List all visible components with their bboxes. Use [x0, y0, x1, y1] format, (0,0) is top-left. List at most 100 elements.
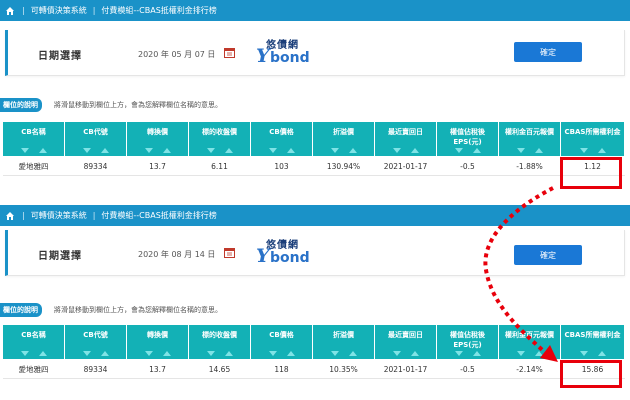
- column-header[interactable]: 權值佔稅後EPS(元): [436, 121, 499, 157]
- column-header[interactable]: 折溢價: [312, 121, 375, 157]
- sort-up-icon[interactable]: [38, 147, 47, 153]
- sort-up-icon[interactable]: [410, 350, 419, 356]
- column-header[interactable]: CB代號: [64, 324, 127, 360]
- column-header[interactable]: 權利金百元報價: [498, 324, 561, 360]
- breadcrumb-item[interactable]: 付費模組--CBAS抵權利金排行榜: [101, 5, 216, 16]
- sort-down-icon[interactable]: [392, 350, 401, 356]
- screenshot-panel-1: | 可轉債決策系統 | 付費模組--CBAS抵權利金排行榜 日期選擇 2020 …: [0, 0, 630, 200]
- breadcrumb-item[interactable]: 付費模組--CBAS抵權利金排行榜: [101, 210, 216, 221]
- breadcrumb-separator: |: [92, 211, 96, 220]
- column-header[interactable]: 轉換價: [126, 324, 189, 360]
- date-value[interactable]: 2020 年 05 月 07 日: [138, 49, 215, 60]
- table-cell: 10.35%: [312, 359, 375, 379]
- calendar-icon[interactable]: [224, 247, 235, 258]
- sort-down-icon[interactable]: [20, 350, 29, 356]
- top-breadcrumb-bar: | 可轉債決策系統 | 付費模組--CBAS抵權利金排行榜: [0, 205, 630, 226]
- home-icon[interactable]: [4, 210, 16, 222]
- sort-down-icon[interactable]: [268, 350, 277, 356]
- date-label: 日期選擇: [38, 51, 82, 62]
- sort-up-icon[interactable]: [472, 147, 481, 153]
- table-cell: 14.65: [188, 359, 251, 379]
- sort-up-icon[interactable]: [224, 350, 233, 356]
- table-row[interactable]: 愛地雅四 89334 13.7 6.11 103 130.94% 2021-01…: [2, 156, 625, 176]
- sort-down-icon[interactable]: [82, 147, 91, 153]
- sort-up-icon[interactable]: [224, 147, 233, 153]
- highlight-box-1: [560, 157, 622, 189]
- sort-down-icon[interactable]: [20, 147, 29, 153]
- sort-up-icon[interactable]: [286, 147, 295, 153]
- table-header-row: CB名稱 CB代號 轉換價 標的收盤價 CB價格 折溢價 最近賣回日 權值佔稅後…: [2, 121, 625, 157]
- logo-chinese: 悠債網: [266, 40, 299, 51]
- sort-down-icon[interactable]: [454, 147, 463, 153]
- date-value[interactable]: 2020 年 08 月 14 日: [138, 249, 215, 260]
- sort-down-icon[interactable]: [392, 147, 401, 153]
- sort-up-icon[interactable]: [597, 350, 606, 356]
- table-cell: 118: [250, 359, 313, 379]
- column-header[interactable]: CB價格: [250, 324, 313, 360]
- sort-up-icon[interactable]: [162, 147, 171, 153]
- sort-down-icon[interactable]: [206, 147, 215, 153]
- column-header[interactable]: CBAS所需權利金: [560, 121, 625, 157]
- sort-up-icon[interactable]: [534, 147, 543, 153]
- column-header[interactable]: 權利金百元報價: [498, 121, 561, 157]
- column-header[interactable]: 轉換價: [126, 121, 189, 157]
- table-row[interactable]: 愛地雅四 89334 13.7 14.65 118 10.35% 2021-01…: [2, 359, 625, 379]
- breadcrumb-item[interactable]: 可轉債決策系統: [31, 5, 87, 16]
- table-cell: 愛地雅四: [2, 359, 65, 379]
- column-header[interactable]: CB名稱: [2, 121, 65, 157]
- table-cell: 6.11: [188, 156, 251, 176]
- logo-chinese: 悠債網: [266, 240, 299, 251]
- sort-down-icon[interactable]: [82, 350, 91, 356]
- logo-bond: bond: [270, 250, 310, 266]
- column-header[interactable]: 標的收盤價: [188, 324, 251, 360]
- home-icon[interactable]: [4, 5, 16, 17]
- sort-up-icon[interactable]: [162, 350, 171, 356]
- sort-up-icon[interactable]: [348, 350, 357, 356]
- calendar-icon[interactable]: [224, 47, 235, 58]
- table-cell: 130.94%: [312, 156, 375, 176]
- sort-down-icon[interactable]: [454, 350, 463, 356]
- screenshot-panel-2: | 可轉債決策系統 | 付費模組--CBAS抵權利金排行榜 日期選擇 2020 …: [0, 205, 630, 400]
- sort-down-icon[interactable]: [144, 147, 153, 153]
- highlight-box-2: [560, 360, 622, 388]
- table-cell: 13.7: [126, 156, 189, 176]
- column-header[interactable]: 折溢價: [312, 324, 375, 360]
- yobond-logo: 悠債網 Y bond: [256, 36, 320, 67]
- sort-up-icon[interactable]: [348, 147, 357, 153]
- column-header[interactable]: CB價格: [250, 121, 313, 157]
- sort-down-icon[interactable]: [516, 147, 525, 153]
- sort-down-icon[interactable]: [206, 350, 215, 356]
- breadcrumb-separator: |: [22, 211, 25, 220]
- column-header[interactable]: CB代號: [64, 121, 127, 157]
- sort-up-icon[interactable]: [100, 147, 109, 153]
- column-header[interactable]: 權值佔稅後EPS(元): [436, 324, 499, 360]
- column-header[interactable]: CBAS所需權利金: [560, 324, 625, 360]
- column-header[interactable]: 最近賣回日: [374, 121, 437, 157]
- sort-up-icon[interactable]: [38, 350, 47, 356]
- table-cell: 2021-01-17: [374, 156, 437, 176]
- sort-down-icon[interactable]: [330, 147, 339, 153]
- column-header[interactable]: CB名稱: [2, 324, 65, 360]
- breadcrumb-separator: |: [92, 6, 96, 15]
- sort-down-icon[interactable]: [144, 350, 153, 356]
- sort-down-icon[interactable]: [579, 350, 588, 356]
- table-cell: -1.88%: [498, 156, 561, 176]
- sort-up-icon[interactable]: [534, 350, 543, 356]
- table-cell: 13.7: [126, 359, 189, 379]
- logo-bond: bond: [270, 50, 310, 66]
- sort-up-icon[interactable]: [597, 147, 606, 153]
- sort-down-icon[interactable]: [579, 147, 588, 153]
- column-description-row: 欄位的說明 將滑鼠移動到欄位上方，會為您解釋欄位名稱的意思。: [0, 98, 630, 112]
- sort-down-icon[interactable]: [330, 350, 339, 356]
- sort-up-icon[interactable]: [100, 350, 109, 356]
- confirm-button[interactable]: 確定: [514, 245, 582, 265]
- sort-up-icon[interactable]: [286, 350, 295, 356]
- confirm-button[interactable]: 確定: [514, 42, 582, 62]
- sort-down-icon[interactable]: [268, 147, 277, 153]
- column-header[interactable]: 標的收盤價: [188, 121, 251, 157]
- sort-up-icon[interactable]: [472, 350, 481, 356]
- sort-down-icon[interactable]: [516, 350, 525, 356]
- breadcrumb-item[interactable]: 可轉債決策系統: [31, 210, 87, 221]
- column-header[interactable]: 最近賣回日: [374, 324, 437, 360]
- sort-up-icon[interactable]: [410, 147, 419, 153]
